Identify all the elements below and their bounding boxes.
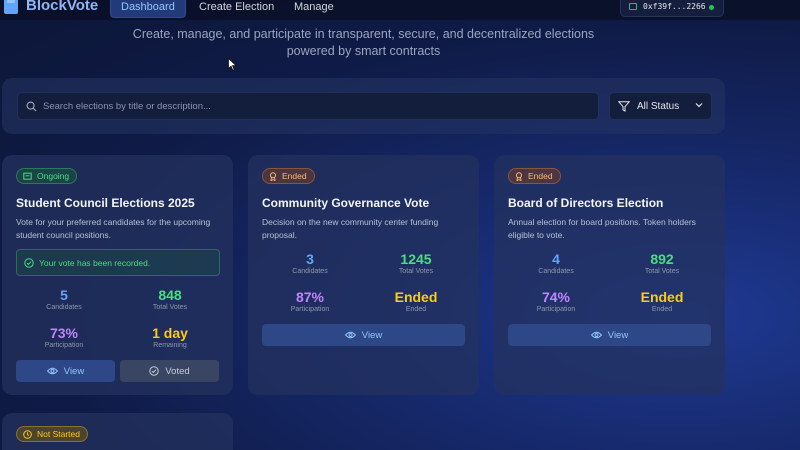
view-button[interactable]: View <box>16 360 115 382</box>
election-card: Ended Board of Directors Election Annual… <box>494 155 725 395</box>
stat-ended: Ended Ended <box>640 289 684 313</box>
eye-icon <box>590 331 602 339</box>
stat-participation: 87% Participation <box>290 289 330 313</box>
award-icon <box>516 171 522 181</box>
status-badge: Ended <box>262 168 315 184</box>
eye-icon <box>46 367 58 375</box>
vote-recorded-notice: Your vote has been recorded. <box>16 249 220 276</box>
wallet-address: 0xf39f...2266 <box>643 2 706 11</box>
election-title: Student Council Elections 2025 <box>16 196 195 210</box>
top-navbar: BlockVote Dashboard Create Election Mana… <box>0 0 800 20</box>
status-filter-value: All Status <box>637 100 680 112</box>
ballot-box-icon <box>4 0 18 14</box>
filter-panel: All Status <box>2 78 725 134</box>
election-card: Ended Community Governance Vote Decision… <box>248 155 479 395</box>
status-badge: Not Started <box>16 426 88 442</box>
wallet-button[interactable]: 0xf39f...2266 <box>620 0 724 17</box>
election-description: Annual election for board positions. Tok… <box>508 217 696 240</box>
election-card: Not Started <box>2 413 233 450</box>
election-description: Decision on the new community center fun… <box>262 217 439 240</box>
election-description: Vote for your preferred candidates for t… <box>16 217 211 240</box>
stat-total-votes: 892 Total Votes <box>644 251 680 275</box>
view-button[interactable]: View <box>262 324 465 346</box>
wallet-icon <box>629 3 637 10</box>
nav-dashboard[interactable]: Dashboard <box>110 0 186 18</box>
voted-button[interactable]: Voted <box>120 360 219 382</box>
connected-indicator <box>709 5 714 10</box>
status-filter-select[interactable]: All Status <box>609 92 712 120</box>
search-input[interactable] <box>43 100 583 112</box>
award-icon <box>270 171 276 181</box>
search-icon <box>26 101 37 112</box>
stat-participation: 74% Participation <box>536 289 576 313</box>
stat-candidates: 5 Candidates <box>46 287 82 311</box>
hero-subtitle-line2: powered by smart contracts <box>286 44 441 58</box>
filter-icon <box>618 100 630 112</box>
search-box[interactable] <box>17 92 599 120</box>
election-title: Community Governance Vote <box>262 196 430 210</box>
view-button[interactable]: View <box>508 324 711 346</box>
chevron-down-icon <box>695 103 703 108</box>
hero-subtitle: Create, manage, and participate in trans… <box>0 26 727 60</box>
mouse-cursor-icon <box>228 57 238 76</box>
stat-candidates: 3 Candidates <box>292 251 328 275</box>
stat-participation: 73% Participation <box>44 325 84 349</box>
election-card: Ongoing Student Council Elections 2025 V… <box>2 155 233 395</box>
stat-candidates: 4 Candidates <box>538 251 574 275</box>
stat-total-votes: 1245 Total Votes <box>398 251 434 275</box>
status-badge: Ongoing <box>16 168 78 184</box>
clock-icon <box>23 429 32 439</box>
nav-create-election[interactable]: Create Election <box>189 0 284 18</box>
check-circle-icon <box>24 257 34 268</box>
election-title: Board of Directors Election <box>508 196 664 210</box>
ballot-icon <box>23 172 32 180</box>
stat-total-votes: 848 Total Votes <box>152 287 188 311</box>
hero-subtitle-line1: Create, manage, and participate in trans… <box>132 27 595 41</box>
nav-manage[interactable]: Manage <box>284 0 344 18</box>
stat-ended: Ended Ended <box>394 289 438 313</box>
check-circle-icon <box>149 366 160 376</box>
status-badge: Ended <box>508 168 561 184</box>
eye-icon <box>344 331 356 339</box>
brand-name: BlockVote <box>26 0 99 14</box>
stat-remaining: 1 day Remaining <box>152 325 188 349</box>
brand[interactable]: BlockVote <box>4 0 98 14</box>
